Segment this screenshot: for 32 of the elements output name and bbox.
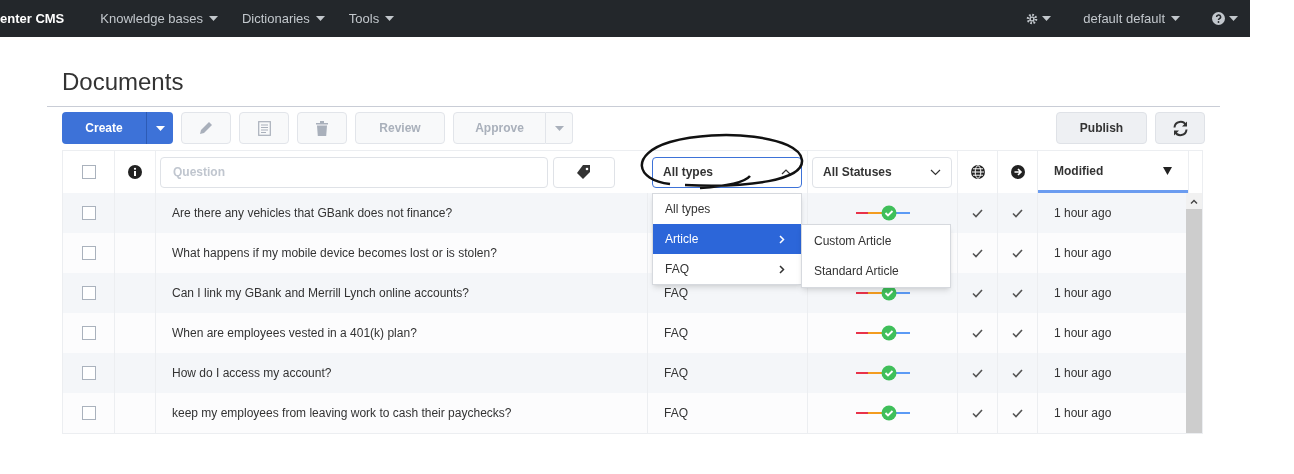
question-text[interactable]: When are employees vested in a 401(k) plan? <box>172 324 417 342</box>
menu-item[interactable]: Custom Article <box>802 226 950 256</box>
question-text[interactable]: Can I link my GBank and Merrill Lynch online accounts? <box>172 284 470 302</box>
page-title: Documents <box>47 37 1220 107</box>
status-filter-dropdown[interactable]: All Statuses <box>812 156 952 188</box>
modified-text: 1 hour ago <box>1054 285 1112 302</box>
question-text[interactable]: Are there any vehicles that GBank does not finance? <box>172 204 453 222</box>
menu-item[interactable]: FAQ <box>653 254 801 284</box>
type-text: FAQ <box>664 285 688 302</box>
question-text[interactable]: How do I access my account? <box>172 364 332 382</box>
modified-text: 1 hour ago <box>1054 325 1112 342</box>
nav-menu[interactable]: Tools <box>336 8 407 29</box>
type-text: FAQ <box>664 405 688 422</box>
modified-text: 1 hour ago <box>1054 365 1112 382</box>
publish-button[interactable]: Publish <box>1056 112 1147 144</box>
question-search-field[interactable]: Question <box>160 156 548 188</box>
brand-title[interactable]: enter CMS <box>0 8 89 29</box>
type-filter-dropdown[interactable]: All types <box>652 156 802 188</box>
modified-text: 1 hour ago <box>1054 405 1112 422</box>
type-text: FAQ <box>664 325 688 342</box>
menu-item[interactable]: Standard Article <box>802 256 950 286</box>
modified-text: 1 hour ago <box>1054 205 1112 222</box>
question-text[interactable]: What happens if my mobile device becomes lost or is stolen? <box>172 244 497 262</box>
nav-menu[interactable]: Knowledge bases <box>88 8 230 29</box>
user-menu[interactable]: default default <box>1071 8 1192 29</box>
menu-item[interactable]: All types <box>653 194 801 224</box>
type-text: FAQ <box>664 365 688 382</box>
modified-text: 1 hour ago <box>1054 245 1112 262</box>
question-text[interactable]: keep my employees from leaving work to cash their paychecks? <box>172 404 512 422</box>
create-button[interactable]: Create <box>62 112 146 144</box>
nav-menu[interactable]: Dictionaries <box>229 8 337 29</box>
menu-item[interactable]: Article <box>653 224 801 254</box>
